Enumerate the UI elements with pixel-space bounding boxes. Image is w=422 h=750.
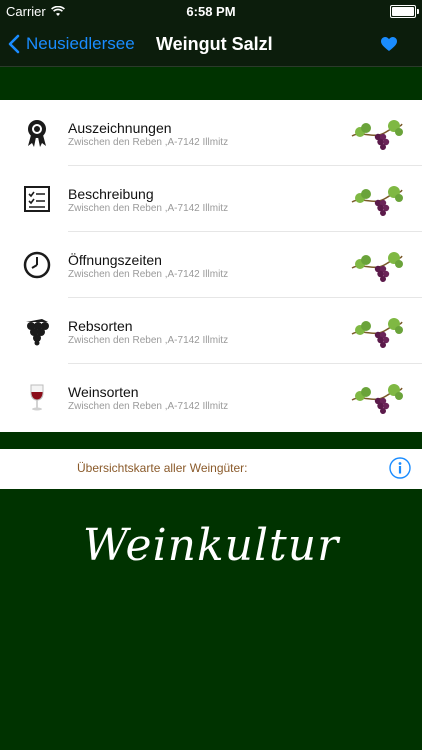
list-item-subtitle: Zwischen den Reben ,A-7142 Illmitz	[68, 137, 229, 148]
navigation-bar: Neusiedlersee Weingut Salzl	[0, 22, 422, 67]
grapes-icon	[26, 319, 49, 346]
document-icon	[24, 186, 50, 212]
list-item-beschreibung[interactable]: Beschreibung Zwischen den Reben ,A-7142 …	[0, 166, 422, 232]
clock-icon	[23, 251, 51, 279]
list-item-title: Rebsorten	[68, 318, 133, 334]
heart-icon[interactable]	[380, 36, 398, 52]
weinkultur-logo: Weinkultur	[82, 520, 340, 571]
list-item-title: Öffnungszeiten	[68, 252, 162, 268]
list-item-title: Beschreibung	[68, 186, 154, 202]
page-title: Weingut Salzl	[156, 34, 273, 54]
grapevine-icon	[351, 384, 403, 414]
battery-fill	[392, 7, 414, 16]
list-item-subtitle: Zwischen den Reben ,A-7142 Illmitz	[68, 269, 229, 280]
list-item-oeffnungszeiten[interactable]: Öffnungszeiten Zwischen den Reben ,A-714…	[0, 232, 422, 298]
grapevine-icon	[351, 318, 403, 348]
grapevine-icon	[351, 186, 403, 216]
menu-list: Auszeichnungen Zwischen den Reben ,A-714…	[0, 100, 422, 432]
list-item-auszeichnungen[interactable]: Auszeichnungen Zwischen den Reben ,A-714…	[0, 100, 422, 166]
status-bar: Carrier 6:58 PM	[0, 0, 422, 22]
battery-icon	[390, 5, 419, 18]
back-label: Neusiedlersee	[26, 34, 135, 53]
list-item-subtitle: Zwischen den Reben ,A-7142 Illmitz	[68, 401, 229, 412]
grapevine-icon	[351, 120, 403, 150]
list-item-title: Weinsorten	[68, 384, 139, 400]
list-item-weinsorten[interactable]: Weinsorten Zwischen den Reben ,A-7142 Il…	[0, 364, 422, 430]
map-overview-label: Übersichtskarte aller Weingüter:	[77, 461, 248, 475]
status-time: 6:58 PM	[186, 4, 236, 19]
list-item-title: Auszeichnungen	[68, 120, 172, 136]
list-item-subtitle: Zwischen den Reben ,A-7142 Illmitz	[68, 203, 229, 214]
list-item-rebsorten[interactable]: Rebsorten Zwischen den Reben ,A-7142 Ill…	[0, 298, 422, 364]
grapevine-icon	[351, 252, 403, 282]
award-icon	[28, 120, 46, 147]
wine-glass-icon	[30, 384, 44, 411]
chevron-left-icon	[8, 34, 20, 54]
info-icon[interactable]	[389, 457, 411, 479]
list-item-subtitle: Zwischen den Reben ,A-7142 Illmitz	[68, 335, 229, 346]
map-overview-bar[interactable]: Übersichtskarte aller Weingüter:	[0, 449, 422, 489]
back-button[interactable]: Neusiedlersee	[8, 22, 135, 66]
